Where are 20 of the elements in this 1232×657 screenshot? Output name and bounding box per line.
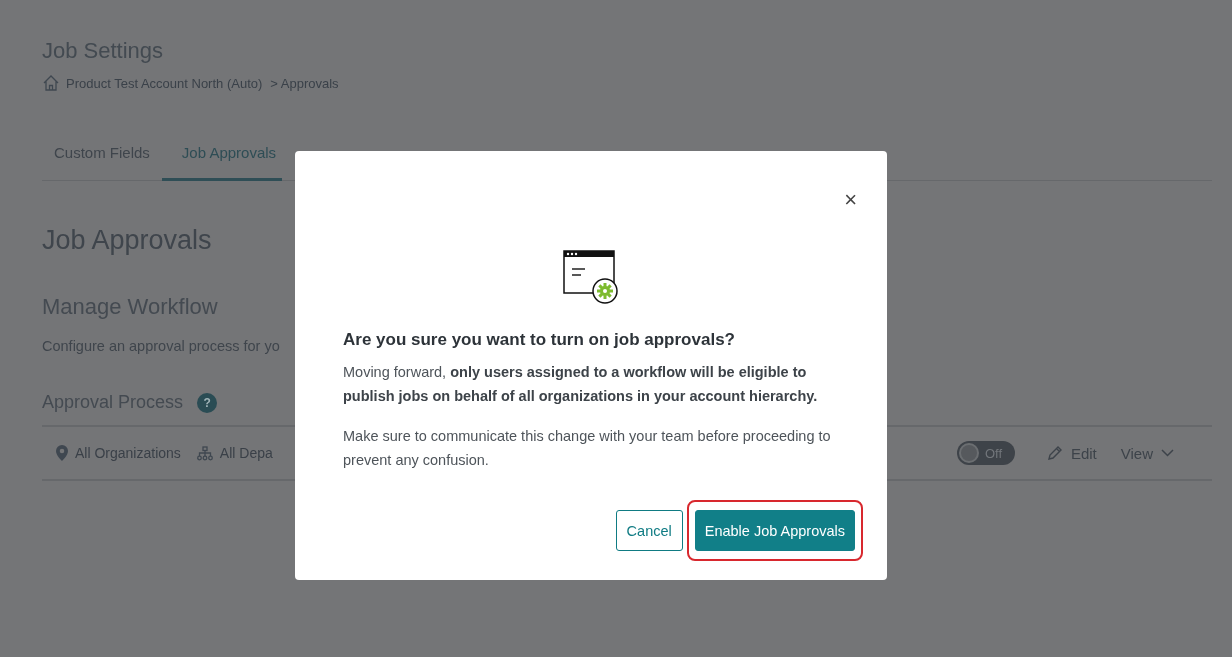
breadcrumb-link[interactable]: Product Test Account North (Auto) — [66, 75, 263, 91]
confirm-button[interactable]: Enable Job Approvals — [694, 510, 855, 551]
chevron-down-icon — [1161, 449, 1174, 457]
cancel-button[interactable]: Cancel — [615, 510, 683, 551]
edit-button[interactable]: Edit — [1046, 444, 1097, 462]
hierarchy-icon — [196, 445, 213, 461]
filter-label: All Depa — [219, 445, 273, 461]
view-dropdown[interactable]: View — [1120, 444, 1174, 462]
home-icon — [42, 74, 60, 92]
breadcrumb-link[interactable]: > Approvals — [270, 75, 339, 91]
window-gear-drawing — [562, 248, 620, 306]
tab[interactable]: Job Approvals — [161, 144, 283, 181]
close-button[interactable]: × — [844, 179, 857, 220]
help-icon[interactable]: ? — [197, 392, 218, 413]
dialog-title: Are you sure you want to turn on job approvals? — [343, 330, 736, 350]
dialog-text: Make sure to communicate this change with your team before proceeding to prevent any confusion. — [343, 427, 832, 470]
filter-label: All Organizations — [75, 445, 181, 461]
pencil-icon — [1046, 445, 1063, 461]
location-pin-icon — [56, 445, 68, 461]
dialog-text: Moving forward, only users assigned to a workflow will be eligible to publish jobs on behalf of all organizations in your account hierarchy. — [343, 363, 819, 406]
